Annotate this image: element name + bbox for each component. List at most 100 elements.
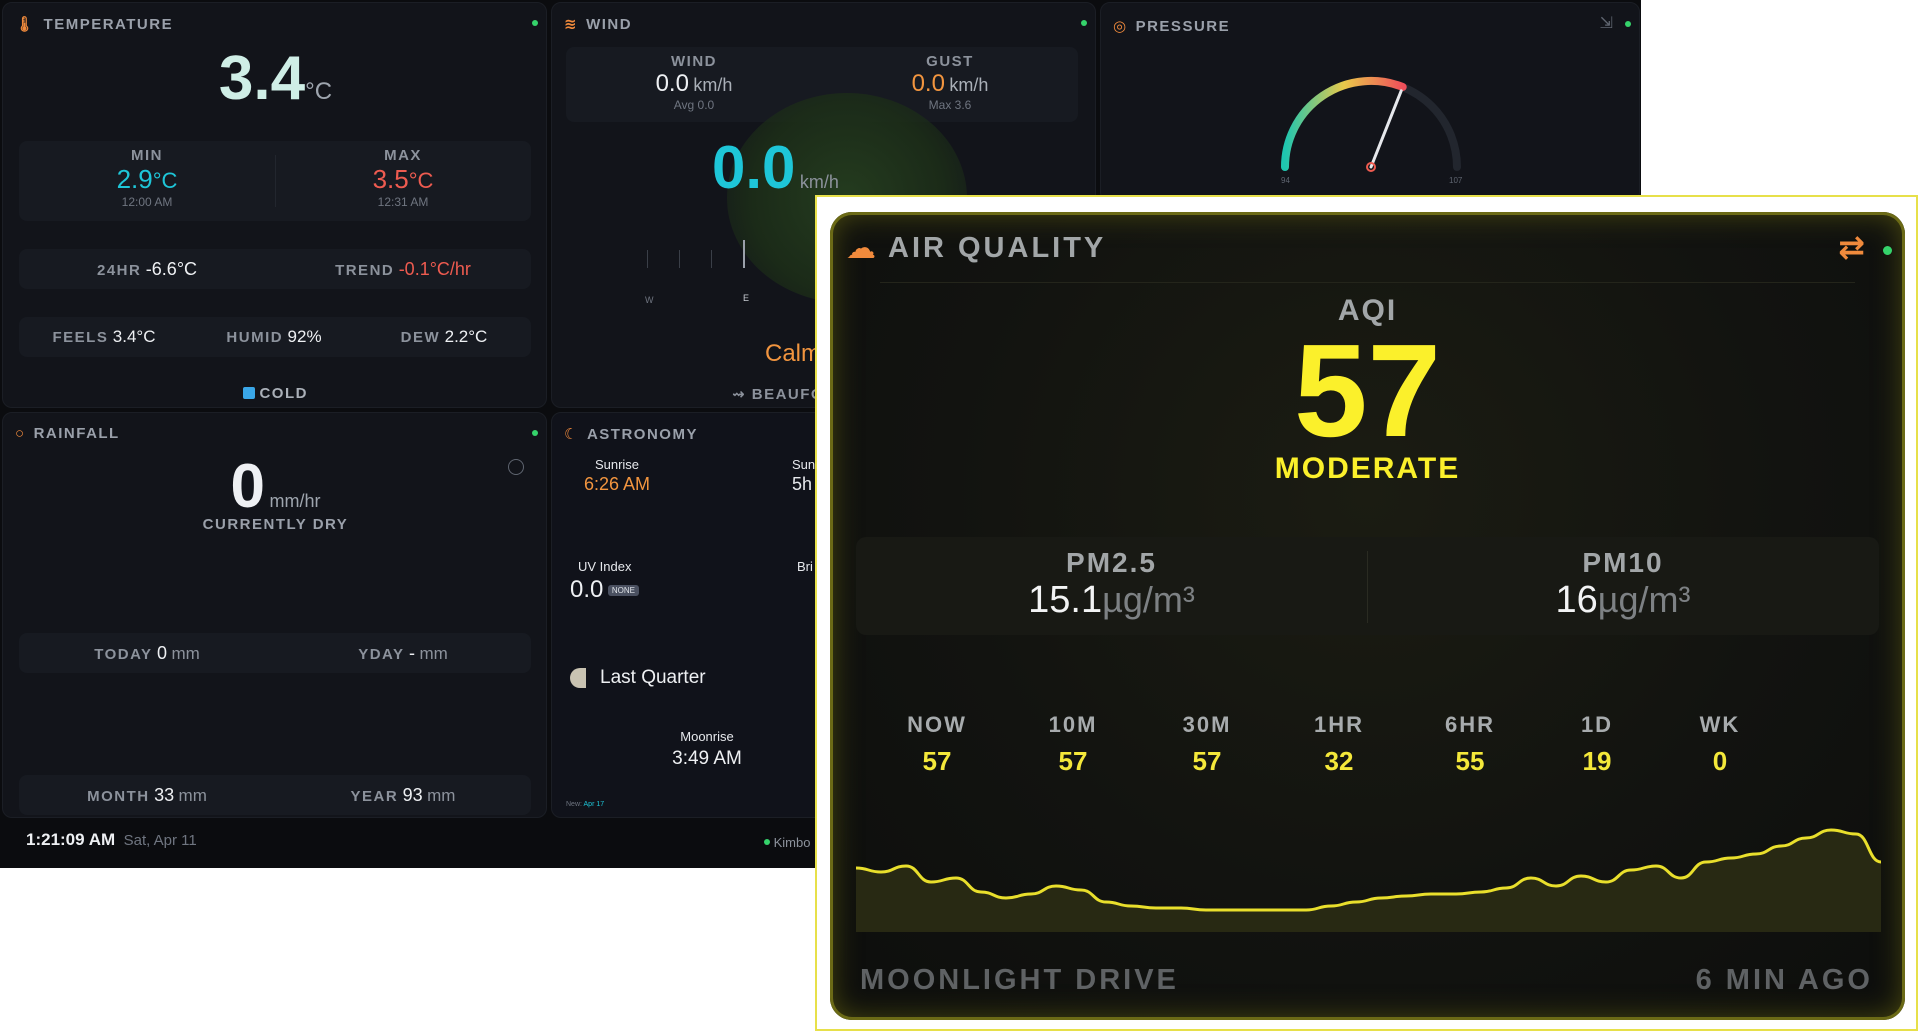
pressure-panel: ◎ PRESSURE ⇲ 94 107 [1100, 2, 1640, 202]
status-dot [1081, 20, 1087, 26]
compass-e: E [743, 293, 750, 303]
aqi-value: 57 [1294, 317, 1441, 464]
footer: 1:21:09 AM Sat, Apr 11 [26, 830, 197, 850]
period-value: 55 [1455, 746, 1485, 776]
rainfall-panel: ○ RAINFALL 0 mm/hr CURRENTLY DRY TODAY 0… [2, 412, 547, 818]
current-temperature: 3.4 [218, 44, 306, 113]
wind-calm: Calm [765, 340, 822, 367]
last-quarter-moon-icon [570, 668, 586, 688]
compass-w: W [645, 295, 654, 305]
station-status[interactable]: Kimbo [764, 835, 810, 850]
thermometer-icon: 🌡︎ [15, 16, 36, 33]
gauge-max: 107 [1449, 176, 1463, 185]
aqi-category: MODERATE [1274, 452, 1461, 485]
wind-speed: 0.0 [712, 134, 796, 201]
status-dot [532, 430, 538, 436]
status-dot [1883, 246, 1892, 255]
air-quality-expanded-frame: ☁︎ AIR QUALITY ⇄ AQI 57 MODERATE PM2.5 1… [815, 195, 1918, 1031]
uv-value: 0.0 [570, 576, 604, 603]
cloud-icon: ☁︎ [846, 231, 876, 265]
station-location: MOONLIGHT DRIVE [860, 964, 1179, 996]
cold-icon [243, 387, 256, 399]
aqi-period-6: WK 0 [1665, 712, 1775, 777]
trend-value: -0.1°C/hr [398, 259, 471, 279]
station-dot [764, 839, 770, 845]
beaufort-label: ⇝ BEAUFO [732, 386, 825, 403]
min-time: 12:00 AM [121, 195, 173, 209]
moonrise-value: 3:49 AM [672, 748, 742, 769]
aqi-sparkline [856, 828, 1881, 932]
feels-value: 3.4°C [112, 327, 156, 346]
pressure-needle [1369, 89, 1403, 169]
moonrise-label: Moonrise [680, 729, 734, 744]
temperature-title: 🌡︎ TEMPERATURE [15, 15, 174, 34]
period-value: 57 [1192, 746, 1222, 776]
wind-title: ≋ WIND [564, 15, 633, 34]
aqi-period-3: 1HR 32 [1284, 712, 1394, 777]
period-value: 0 [1712, 746, 1728, 776]
yday-value: - [408, 643, 415, 663]
period-label: 6HR [1444, 712, 1495, 737]
gust-value: 0.0 [911, 70, 945, 97]
max-label: MAX [384, 147, 422, 164]
rain-status: CURRENTLY DRY [202, 516, 349, 533]
station-name: Kimbo [773, 835, 811, 850]
period-label: 1D [1580, 712, 1614, 737]
period-value: 57 [1058, 746, 1088, 776]
pressure-arc [1281, 76, 1407, 171]
collapse-icon[interactable]: ⇲ [1600, 13, 1613, 33]
last-updated: 6 MIN AGO [1695, 964, 1873, 996]
status-dot [532, 20, 538, 26]
clock-date: Sat, Apr 11 [123, 832, 197, 849]
uv-badge: NONE [607, 585, 639, 596]
feels-box: FEELS 3.4°C HUMID 92% DEW 2.2°C [19, 317, 531, 357]
wind-ticks [647, 238, 767, 278]
humid-value: 92% [287, 327, 322, 346]
clock-time: 1:21:09 AM [26, 830, 116, 849]
year-value: 93 [402, 785, 423, 805]
collapse-icon[interactable]: ⇄ [1838, 228, 1865, 266]
gauge-min: 94 [1281, 176, 1290, 185]
today-value: 0 [157, 643, 168, 663]
aqi-period-2: 30M 57 [1152, 712, 1262, 777]
pm25-label: PM2.5 [1066, 547, 1157, 578]
dew-value: 2.2°C [444, 327, 488, 346]
sunset-label: Sun [792, 457, 816, 472]
air-quality-title: AIR QUALITY [888, 232, 1107, 264]
temperature-panel: 🌡︎ TEMPERATURE 3.4°C MIN 2.9°C 12:00 AM … [2, 2, 547, 408]
moon-icon: ☾ [564, 426, 579, 443]
current-temperature-unit: °C [305, 78, 333, 105]
period-label: 1HR [1313, 712, 1364, 737]
period-value: 32 [1324, 746, 1354, 776]
period-value: 19 [1582, 746, 1612, 776]
pm-box: PM2.5 15.1µg/m³ PM10 16µg/m³ [856, 537, 1879, 635]
month-value: 33 [154, 785, 175, 805]
wind-icon: ≋ [564, 16, 579, 33]
astronomy-title: ☾ ASTRONOMY [564, 425, 698, 444]
period-label: 30M [1182, 712, 1232, 737]
sparkline-fill [856, 830, 1881, 932]
gauge-icon: ◎ [1113, 18, 1128, 35]
moon-phase: Last Quarter [600, 667, 706, 688]
period-label: NOW [907, 712, 967, 737]
beaufort-icon: ⇝ [732, 386, 747, 403]
min-max-box: MIN 2.9°C 12:00 AM MAX 3.5°C 12:31 AM [19, 141, 531, 221]
raindrop-icon: ○ [15, 425, 26, 442]
rainfall-title: ○ RAINFALL [15, 425, 120, 442]
max-time: 12:31 AM [377, 195, 429, 209]
period-label: WK [1699, 712, 1741, 737]
sunset-value: 5h [792, 474, 813, 494]
min-value: 2.9 [116, 164, 153, 194]
new-moon-date: Apr 17 [583, 801, 605, 808]
pressure-gauge: 94 107 [1281, 76, 1463, 185]
pm10-value: 16 [1555, 579, 1598, 621]
temperature-status: COLD [259, 385, 308, 402]
aqi-period-4: 6HR 55 [1415, 712, 1525, 777]
sunrise-label: Sunrise [594, 457, 640, 472]
brightness-label: Bri [797, 559, 813, 574]
pm10-label: PM10 [1582, 547, 1664, 578]
aqi-period-5: 1D 19 [1542, 712, 1652, 777]
24hr-value: -6.6°C [145, 259, 198, 279]
today-yday-box: TODAY 0 mm YDAY - mm [19, 633, 531, 673]
pm25-value: 15.1 [1028, 579, 1103, 621]
